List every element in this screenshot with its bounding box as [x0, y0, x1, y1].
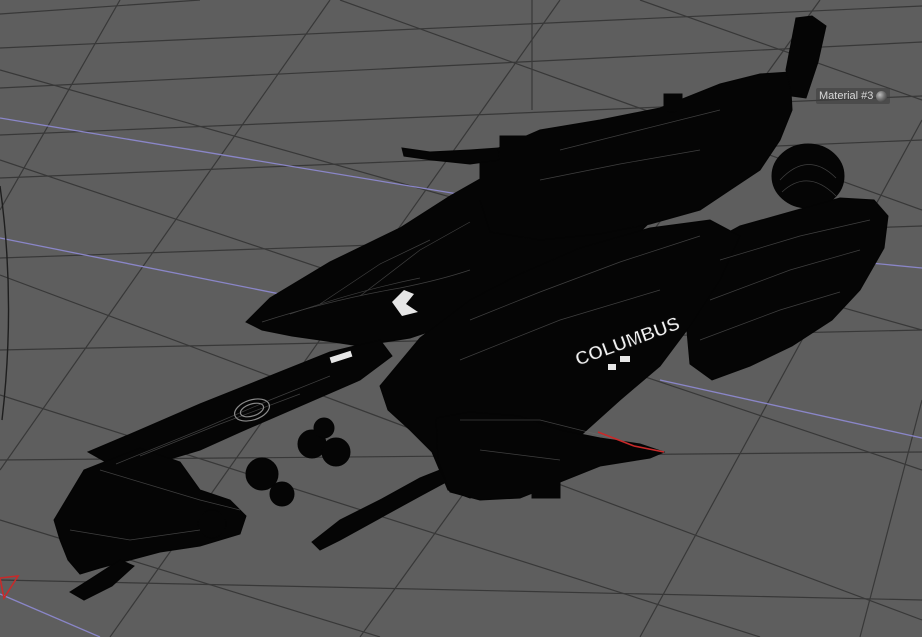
material-tag[interactable]: Material #3	[816, 88, 891, 104]
cannon-barrel[interactable]	[311, 469, 447, 551]
material-sphere-icon	[876, 90, 888, 102]
3d-viewport[interactable]: COLUMBUS Material #3	[0, 0, 922, 637]
marker-decal	[608, 364, 616, 370]
view-circle-arc	[0, 185, 10, 421]
pod-module[interactable]	[197, 509, 227, 539]
deck-turret[interactable]	[401, 147, 501, 165]
pod-module[interactable]	[321, 437, 351, 467]
material-tag-label: Material #3	[819, 90, 874, 102]
cargo-box[interactable]	[531, 473, 561, 499]
cargo-box[interactable]	[663, 93, 683, 111]
marker-decal	[620, 356, 630, 362]
turret-base[interactable]	[499, 135, 541, 169]
sensor-tower[interactable]	[785, 15, 827, 99]
spaceship-model[interactable]	[53, 15, 889, 601]
bridge-dome[interactable]	[771, 143, 845, 209]
pod-module[interactable]	[313, 417, 335, 439]
pod-module[interactable]	[269, 481, 295, 507]
viewport-canvas[interactable]: COLUMBUS	[0, 0, 922, 637]
origin-marker-icon	[0, 575, 20, 601]
